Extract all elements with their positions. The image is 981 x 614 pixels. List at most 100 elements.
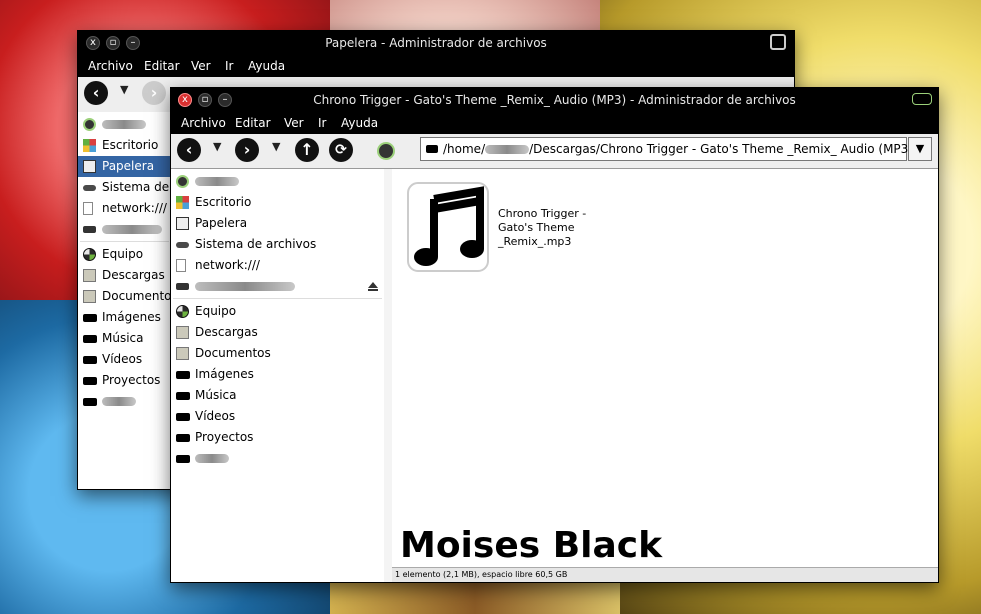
menu-ver[interactable]: Ver <box>191 59 211 73</box>
sidebar-item-imágenes[interactable]: Imágenes <box>78 307 171 328</box>
folder-icon <box>176 392 190 400</box>
sidebar-item-network[interactable]: network:/// <box>171 255 384 276</box>
back-history-dropdown[interactable]: ▼ <box>120 83 128 96</box>
sidebar-item-item-0[interactable] <box>78 114 171 135</box>
back-history-dropdown[interactable]: ▼ <box>213 140 221 153</box>
sidebar-item-vídeos[interactable]: Vídeos <box>78 349 171 370</box>
computer-icon <box>83 248 96 261</box>
forward-history-dropdown[interactable]: ▼ <box>272 140 280 153</box>
sidebar-item-vídeos[interactable]: Vídeos <box>171 406 384 427</box>
desktop-icon <box>176 196 189 209</box>
menu-ayuda[interactable]: Ayuda <box>341 116 378 130</box>
folder-icon <box>176 455 190 463</box>
home-icon <box>176 175 189 188</box>
redacted-label <box>102 397 136 406</box>
menu-archivo[interactable]: Archivo <box>88 59 133 73</box>
window-title: Chrono Trigger - Gato's Theme _Remix_ Au… <box>171 93 938 107</box>
sidebar-item-sistema-de[interactable]: Sistema de <box>78 177 171 198</box>
menu-ir[interactable]: Ir <box>225 59 233 73</box>
sidebar-separator <box>173 298 382 299</box>
menu-editar[interactable]: Editar <box>235 116 271 130</box>
menu-ayuda[interactable]: Ayuda <box>248 59 285 73</box>
sidebar-item-documentos[interactable]: Documentos <box>171 343 384 364</box>
music-note-icon[interactable] <box>404 179 492 275</box>
redacted-label <box>195 177 239 186</box>
folder-icon <box>176 371 190 379</box>
sidebar-item-label <box>102 117 146 131</box>
sidebar-item-sistema-de-archivos[interactable]: Sistema de archivos <box>171 234 384 255</box>
sidebar-item-label: Imágenes <box>195 367 254 381</box>
sidebar-item-música[interactable]: Música <box>171 385 384 406</box>
trash-icon <box>83 160 96 173</box>
sidebar: Escritorio Papelera Sistema de archivos net… <box>171 169 385 582</box>
sidebar-item-label: Sistema de archivos <box>195 237 316 251</box>
sidebar-item-label: Vídeos <box>102 352 142 366</box>
sidebar-item-escritorio[interactable]: Escritorio <box>171 192 384 213</box>
file-manager-window[interactable]: x ▫ – Chrono Trigger - Gato's Theme _Rem… <box>170 87 939 583</box>
menubar: Archivo Editar Ver Ir Ayuda <box>171 112 938 134</box>
sidebar-item-imágenes[interactable]: Imágenes <box>171 364 384 385</box>
folder-icon <box>176 347 189 360</box>
sidebar-item-item-0[interactable] <box>171 171 384 192</box>
sidebar-item-equipo[interactable]: Equipo <box>171 301 384 322</box>
sidebar-item-papelera[interactable]: Papelera <box>78 156 171 177</box>
sidebar-item-item-5[interactable] <box>171 276 384 297</box>
folder-icon <box>176 413 190 421</box>
sidebar-item-item-13[interactable] <box>78 391 171 412</box>
sidebar-item-label: Imágenes <box>102 310 161 324</box>
folder-icon <box>426 145 438 153</box>
toolbar: ‹ ▼ › ▼ ↑ ⟳ /home//Descargas/Chrono Trig… <box>171 134 938 169</box>
sidebar-item-label <box>102 222 162 236</box>
sidebar-item-label: Sistema de <box>102 180 169 194</box>
sidebar-item-label: Proyectos <box>102 373 160 387</box>
trash-icon <box>770 34 786 50</box>
eject-icon[interactable] <box>368 282 378 288</box>
back-button[interactable]: ‹ <box>177 138 201 162</box>
sidebar-item-descargas[interactable]: Descargas <box>171 322 384 343</box>
sidebar-separator <box>80 241 169 242</box>
sidebar-item-papelera[interactable]: Papelera <box>171 213 384 234</box>
sidebar-item-item-5[interactable] <box>78 219 171 240</box>
status-text: 1 elemento (2,1 MB), espacio libre 60,5 … <box>395 570 567 579</box>
sidebar-item-network[interactable]: network:/// <box>78 198 171 219</box>
sidebar-item-label: Papelera <box>102 159 154 173</box>
sidebar-item-label <box>195 279 295 293</box>
sidebar-item-documento[interactable]: Documento <box>78 286 171 307</box>
location-dropdown-button[interactable]: ▼ <box>908 137 932 161</box>
sidebar-item-label: Descargas <box>102 268 165 282</box>
forward-button[interactable]: › <box>142 81 166 105</box>
folder-icon <box>83 290 96 303</box>
home-icon <box>83 118 96 131</box>
menu-archivo[interactable]: Archivo <box>181 116 226 130</box>
redacted-label <box>102 225 162 234</box>
sidebar-item-item-13[interactable] <box>171 448 384 469</box>
sidebar-item-proyectos[interactable]: Proyectos <box>171 427 384 448</box>
sidebar-item-label: Proyectos <box>195 430 253 444</box>
menu-ver[interactable]: Ver <box>284 116 304 130</box>
sidebar-item-música[interactable]: Música <box>78 328 171 349</box>
folder-icon <box>83 377 97 385</box>
sidebar-item-equipo[interactable]: Equipo <box>78 244 171 265</box>
reload-button[interactable]: ⟳ <box>329 138 353 162</box>
up-button[interactable]: ↑ <box>295 138 319 162</box>
folder-icon <box>83 398 97 406</box>
forward-button[interactable]: › <box>235 138 259 162</box>
redacted-label <box>195 282 295 291</box>
trash-window-titlebar[interactable]: x ▫ – Papelera - Administrador de archiv… <box>78 31 794 55</box>
sidebar-item-escritorio[interactable]: Escritorio <box>78 135 171 156</box>
back-button[interactable]: ‹ <box>84 81 108 105</box>
sidebar-item-label: Escritorio <box>195 195 251 209</box>
menu-editar[interactable]: Editar <box>144 59 180 73</box>
file-view[interactable]: Chrono Trigger - Gato's Theme _Remix_.mp… <box>392 169 938 568</box>
menu-ir[interactable]: Ir <box>318 116 326 130</box>
window-menu-icon[interactable] <box>912 93 932 105</box>
home-button[interactable] <box>377 142 395 160</box>
main-window-titlebar[interactable]: x ▫ – Chrono Trigger - Gato's Theme _Rem… <box>171 88 938 112</box>
sidebar-item-label <box>195 451 229 465</box>
location-bar[interactable]: /home//Descargas/Chrono Trigger - Gato's… <box>420 137 907 161</box>
sidebar: Escritorio Papelera Sistema de network:/// E… <box>78 112 171 489</box>
file-name-label[interactable]: Chrono Trigger - Gato's Theme _Remix_.mp… <box>498 207 608 249</box>
sidebar-item-proyectos[interactable]: Proyectos <box>78 370 171 391</box>
watermark-text: Moises Black <box>400 525 662 566</box>
sidebar-item-descargas[interactable]: Descargas <box>78 265 171 286</box>
